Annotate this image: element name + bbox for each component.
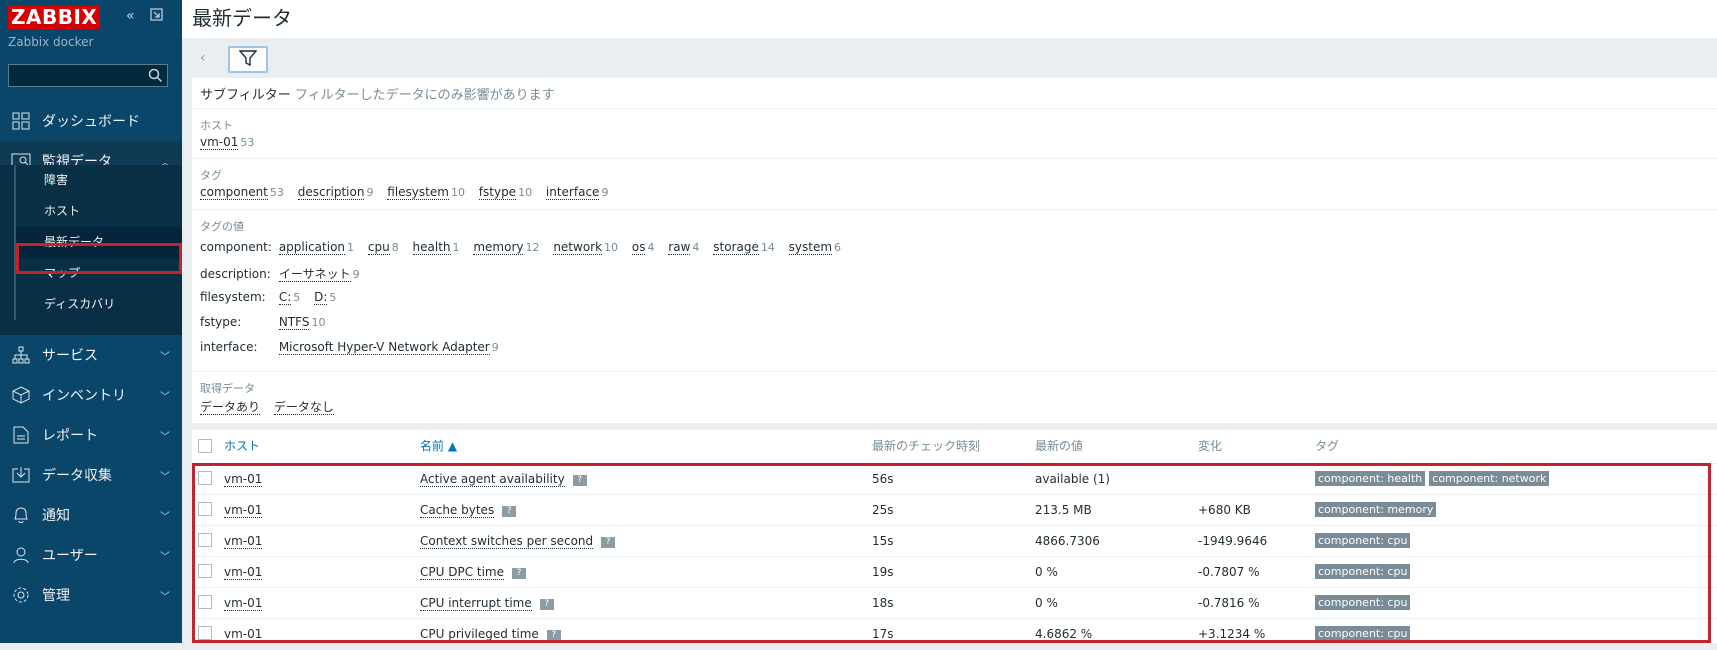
column-header-change: 変化 — [1198, 439, 1223, 453]
page-title: 最新データ — [192, 6, 292, 30]
server-name: Zabbix docker — [8, 35, 94, 49]
dashboard-icon — [10, 110, 32, 132]
subfilter-chip[interactable]: イーサネット 9 — [278, 265, 360, 282]
main-content: 最新データ ‹ サブフィルター フィルターしたデータにのみ影響があります ホスト… — [182, 0, 1717, 643]
subfilter-chip[interactable]: system 6 — [788, 240, 841, 255]
nav-data-collection[interactable]: データ収集 ﹀ — [0, 455, 182, 495]
subfilter-data: 取得データ データあり データなし — [192, 371, 1717, 424]
gear-icon — [10, 584, 32, 606]
chevron-down-icon: ﹀ — [160, 391, 170, 403]
nav-administration[interactable]: 管理 ﹀ — [0, 575, 182, 615]
section-label: タグ — [200, 169, 222, 182]
subfilter-note: フィルターしたデータにのみ影響があります — [294, 88, 555, 103]
subfilter-title: サブフィルター — [200, 88, 291, 103]
subfilter-chip[interactable]: Microsoft Hyper-V Network Adapter 9 — [278, 340, 499, 355]
subfilter-chip[interactable]: application 1 — [278, 240, 354, 255]
chevron-left-icon[interactable]: ‹ — [200, 50, 206, 66]
chevron-down-icon: ﹀ — [160, 431, 170, 443]
nav-label: ユーザー — [42, 548, 98, 564]
subfilter-chip[interactable]: health 1 — [412, 240, 460, 255]
sidebar: ZABBIX « Zabbix docker ダッシュボード 監視データ ︿ 障… — [0, 0, 182, 643]
subfilter-tag-values: タグの値 component: application 1 cpu 8 health… — [192, 209, 1717, 375]
title-bar: 最新データ — [182, 0, 1717, 38]
tag-value-row: component: application 1 cpu 8 health 1 mem… — [200, 240, 842, 255]
subfilter-chip[interactable]: raw 4 — [668, 240, 699, 255]
filter-icon — [238, 50, 258, 69]
subnav-problems[interactable]: 障害 — [14, 165, 182, 196]
section-label: タグの値 — [200, 220, 244, 233]
subfilter-chip[interactable]: C: 5 — [278, 290, 300, 305]
nav-dashboard[interactable]: ダッシュボード — [0, 101, 182, 141]
bell-icon — [10, 504, 32, 526]
subfilter-chip[interactable]: fstype 10 — [478, 185, 532, 200]
column-header-last-check: 最新のチェック時刻 — [872, 439, 981, 453]
subfilter-chip[interactable]: データあり — [200, 398, 261, 415]
subfilter-chip[interactable]: NTFS 10 — [278, 315, 325, 330]
nav-label: ダッシュボード — [42, 114, 140, 130]
sidebar-search-input[interactable] — [8, 64, 168, 87]
subfilter-chip[interactable]: memory 12 — [473, 240, 539, 255]
column-header-name[interactable]: 名前 ▲ — [420, 430, 457, 462]
subfilter-chip[interactable]: D: 5 — [314, 290, 336, 305]
nav-label: データ収集 — [42, 468, 112, 484]
subnav-discovery[interactable]: ディスカバリ — [14, 289, 182, 320]
section-label: 取得データ — [200, 382, 255, 395]
subfilter-chip[interactable]: vm-01 53 — [200, 135, 254, 150]
subfilter-chip[interactable]: filesystem 10 — [387, 185, 465, 200]
subfilter-tags: タグ component 53 description 9 filesystem 10… — [192, 158, 1717, 209]
chevron-down-icon: ﹀ — [160, 351, 170, 363]
subfilter-chip[interactable]: network 10 — [553, 240, 618, 255]
nav-services[interactable]: サービス ﹀ — [0, 335, 182, 375]
inventory-icon — [10, 384, 32, 406]
tag-value-row: interface: Microsoft Hyper-V Network Ada… — [200, 340, 499, 355]
services-icon — [10, 344, 32, 366]
tag-value-row: filesystem: C: 5 D: 5 — [200, 290, 337, 305]
subfilter-heading: サブフィルター フィルターしたデータにのみ影響があります — [200, 84, 555, 103]
nav-alerts[interactable]: 通知 ﹀ — [0, 495, 182, 535]
subnav-hosts[interactable]: ホスト — [14, 196, 182, 227]
nav-label: レポート — [42, 428, 98, 444]
users-icon — [10, 544, 32, 566]
column-header-last-value: 最新の値 — [1035, 439, 1084, 453]
subfilter-chip[interactable]: storage 14 — [713, 240, 775, 255]
subfilter-hosts: ホスト vm-01 53 — [192, 108, 1717, 159]
subfilter-chip[interactable]: cpu 8 — [367, 240, 399, 255]
nav-label: 管理 — [42, 588, 70, 604]
chevron-down-icon: ﹀ — [160, 471, 170, 483]
subfilter-chip[interactable]: データなし — [273, 398, 334, 415]
tag-value-row: fstype: NTFS 10 — [200, 315, 326, 330]
filter-bar: ‹ — [192, 42, 1717, 78]
subfilter-panel: サブフィルター フィルターしたデータにのみ影響があります ホスト vm-01 53… — [192, 78, 1717, 423]
reports-icon — [10, 424, 32, 446]
section-label: ホスト — [200, 119, 233, 132]
subfilter-chip[interactable]: os 4 — [631, 240, 654, 255]
nav-inventory[interactable]: インベントリ ﹀ — [0, 375, 182, 415]
nav-label: 通知 — [42, 508, 70, 524]
nav-reports[interactable]: レポート ﹀ — [0, 415, 182, 455]
select-all-checkbox[interactable] — [198, 439, 212, 453]
subfilter-chip[interactable]: description 9 — [297, 185, 373, 200]
subfilter-chip[interactable]: interface 9 — [545, 185, 608, 200]
filter-toggle-button[interactable] — [228, 46, 268, 73]
nav-users[interactable]: ユーザー ﹀ — [0, 535, 182, 575]
nav-label: インベントリ — [42, 388, 126, 404]
highlight-table-rows — [192, 463, 1711, 643]
column-header-host[interactable]: ホスト — [224, 430, 260, 462]
zabbix-logo[interactable]: ZABBIX — [8, 5, 101, 29]
chevron-down-icon: ﹀ — [160, 551, 170, 563]
tag-value-row: description: イーサネット 9 — [200, 265, 360, 282]
column-header-tags: タグ — [1315, 439, 1340, 453]
kiosk-mode-icon[interactable] — [150, 8, 163, 25]
search-icon[interactable] — [148, 68, 163, 86]
collapse-sidebar-icon[interactable]: « — [126, 8, 135, 24]
subfilter-chip[interactable]: component 53 — [200, 185, 284, 200]
data-collection-icon — [10, 464, 32, 486]
chevron-down-icon: ﹀ — [160, 511, 170, 523]
highlight-latest-data — [16, 243, 182, 274]
nav-label: サービス — [42, 348, 98, 364]
chevron-down-icon: ﹀ — [160, 591, 170, 603]
